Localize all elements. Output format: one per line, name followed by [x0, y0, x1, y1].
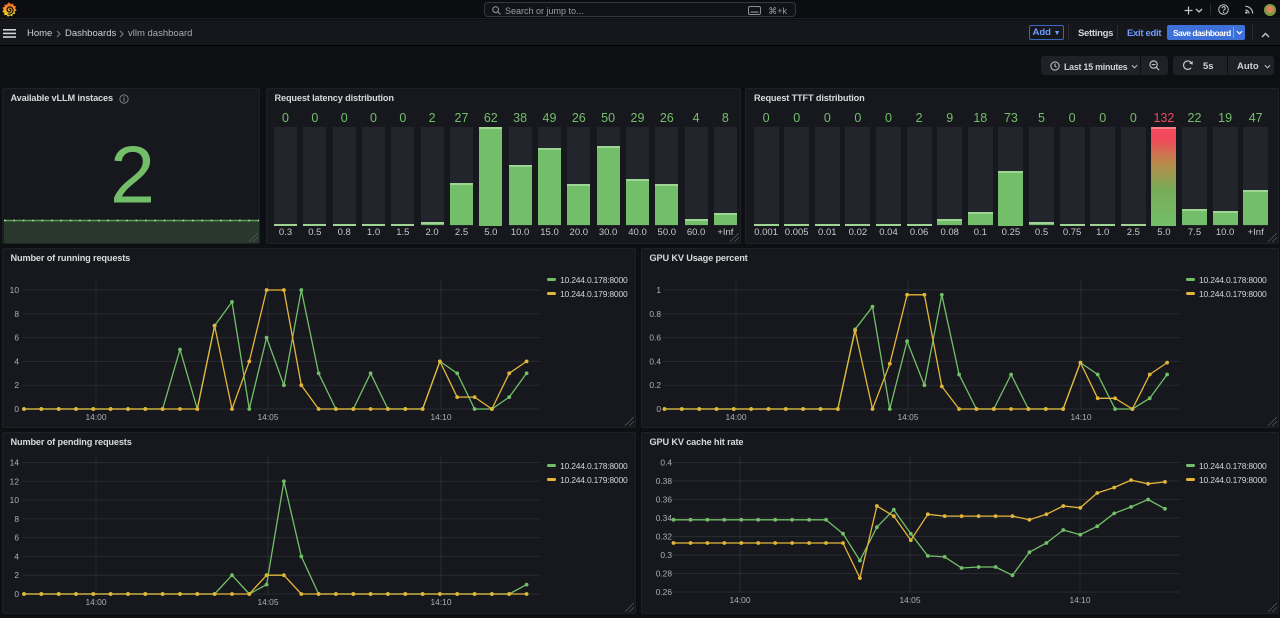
svg-text:10: 10	[9, 495, 19, 505]
svg-text:10.244.0.178:8000: 10.244.0.178:8000	[1199, 275, 1267, 285]
svg-text:0: 0	[656, 404, 661, 414]
svg-text:0.36: 0.36	[655, 495, 672, 505]
svg-text:1: 1	[656, 285, 661, 295]
svg-text:10.244.0.178:8000: 10.244.0.178:8000	[560, 275, 628, 285]
svg-text:8: 8	[14, 514, 19, 524]
svg-text:14:05: 14:05	[897, 412, 918, 422]
svg-text:14:10: 14:10	[1070, 412, 1091, 422]
svg-text:0.6: 0.6	[649, 333, 661, 343]
svg-text:0: 0	[14, 404, 19, 414]
svg-text:0: 0	[14, 589, 19, 599]
svg-text:10.244.0.179:8000: 10.244.0.179:8000	[560, 475, 628, 485]
svg-text:10.244.0.178:8000: 10.244.0.178:8000	[1199, 461, 1267, 471]
svg-text:14: 14	[9, 458, 19, 468]
svg-text:0.4: 0.4	[660, 458, 672, 468]
svg-text:4: 4	[14, 356, 19, 366]
svg-text:14:00: 14:00	[729, 595, 750, 605]
svg-text:0.3: 0.3	[660, 550, 672, 560]
svg-text:6: 6	[14, 533, 19, 543]
svg-text:14:05: 14:05	[257, 597, 278, 607]
svg-text:4: 4	[14, 551, 19, 561]
svg-text:0.34: 0.34	[655, 513, 672, 523]
svg-text:8: 8	[14, 309, 19, 319]
svg-text:10.244.0.179:8000: 10.244.0.179:8000	[1199, 289, 1267, 299]
svg-text:14:00: 14:00	[725, 412, 746, 422]
svg-text:0.28: 0.28	[655, 569, 672, 579]
svg-text:0.32: 0.32	[655, 532, 672, 542]
svg-text:10.244.0.178:8000: 10.244.0.178:8000	[560, 461, 628, 471]
svg-text:10.244.0.179:8000: 10.244.0.179:8000	[1199, 475, 1267, 485]
svg-text:0.38: 0.38	[655, 476, 672, 486]
svg-text:14:00: 14:00	[85, 412, 106, 422]
svg-text:10.244.0.179:8000: 10.244.0.179:8000	[560, 289, 628, 299]
svg-text:12: 12	[9, 476, 19, 486]
svg-text:14:10: 14:10	[1069, 595, 1090, 605]
svg-text:14:05: 14:05	[899, 595, 920, 605]
svg-text:14:00: 14:00	[85, 597, 106, 607]
svg-text:2: 2	[14, 380, 19, 390]
svg-text:14:10: 14:10	[430, 412, 451, 422]
svg-text:14:05: 14:05	[257, 412, 278, 422]
svg-text:0.8: 0.8	[649, 309, 661, 319]
svg-text:2: 2	[14, 570, 19, 580]
svg-text:0.26: 0.26	[655, 587, 672, 597]
svg-text:0.2: 0.2	[649, 380, 661, 390]
svg-text:14:10: 14:10	[430, 597, 451, 607]
svg-text:0.4: 0.4	[649, 356, 661, 366]
svg-text:6: 6	[14, 333, 19, 343]
svg-text:10: 10	[9, 285, 19, 295]
